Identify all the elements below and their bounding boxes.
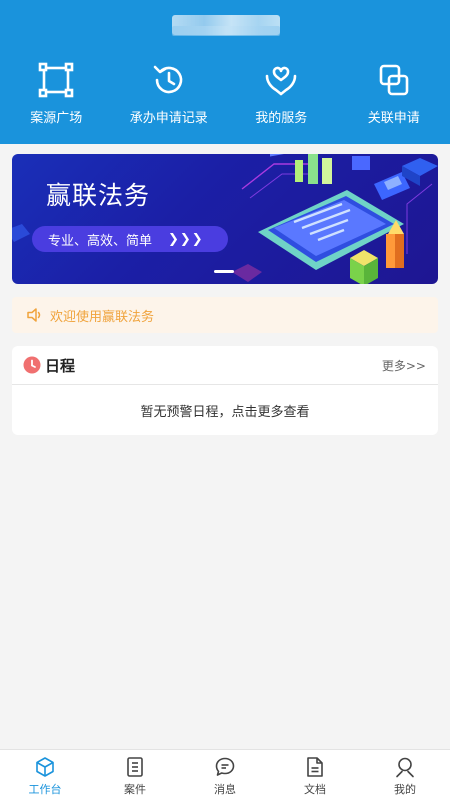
quick-action-case-square[interactable]: 案源广场 <box>0 62 113 132</box>
tab-documents[interactable]: 文档 <box>270 750 360 801</box>
tab-label: 我的 <box>394 781 416 797</box>
schedule-title: 日程 <box>45 355 75 376</box>
quick-action-label: 我的服务 <box>255 107 307 126</box>
tab-messages[interactable]: 消息 <box>180 750 270 801</box>
tab-profile[interactable]: 我的 <box>360 750 450 801</box>
bottom-tab-bar: 工作台 案件 消息 文档 我的 <box>0 749 450 801</box>
banner-title: 赢联法务 <box>46 176 150 212</box>
crop-frame-icon <box>38 62 74 98</box>
blurred-title-underlay <box>172 26 280 36</box>
banner-slogan: 专业、高效、简单 <box>48 230 152 249</box>
quick-action-undertake-records[interactable]: 承办申请记录 <box>113 62 226 132</box>
carousel-indicator[interactable] <box>214 270 234 273</box>
quick-action-label: 案源广场 <box>30 107 82 126</box>
schedule-card: 日程 更多>> 暂无预警日程，点击更多查看 <box>12 346 438 435</box>
quick-action-my-services[interactable]: 我的服务 <box>225 62 338 132</box>
quick-action-label: 关联申请 <box>368 107 420 126</box>
quick-action-label: 承办申请记录 <box>130 107 208 126</box>
clock-icon <box>23 356 41 374</box>
user-icon <box>394 756 416 778</box>
heart-hands-icon <box>263 62 299 98</box>
tab-label: 工作台 <box>29 781 62 797</box>
schedule-empty-text[interactable]: 暂无预警日程，点击更多查看 <box>12 401 438 420</box>
history-clock-icon <box>151 62 187 98</box>
quick-actions: 案源广场 承办申请记录 我的服务 关联申请 <box>0 62 450 132</box>
schedule-more-link[interactable]: 更多>> <box>382 357 426 374</box>
document-list-icon <box>124 756 146 778</box>
chevrons-right-icon: ❯❯❯ <box>168 232 204 247</box>
file-icon <box>304 756 326 778</box>
promo-banner[interactable]: 赢联法务 专业、高效、简单 ❯❯❯ <box>12 154 438 284</box>
schedule-header: 日程 更多>> <box>12 346 438 385</box>
chat-bubble-icon <box>214 756 236 778</box>
banner-illustration <box>12 154 438 284</box>
banner-slogan-pill: 专业、高效、简单 ❯❯❯ <box>32 226 228 252</box>
tab-label: 文档 <box>304 781 326 797</box>
copy-link-icon <box>376 62 412 98</box>
header: 案源广场 承办申请记录 我的服务 关联申请 <box>0 0 450 144</box>
tab-label: 消息 <box>214 781 236 797</box>
tab-label: 案件 <box>124 781 146 797</box>
speaker-icon <box>26 306 44 324</box>
notice-bar[interactable]: 欢迎使用赢联法务 <box>12 297 438 333</box>
tab-workbench[interactable]: 工作台 <box>0 750 90 801</box>
quick-action-related-apply[interactable]: 关联申请 <box>338 62 450 132</box>
cube-icon <box>34 756 56 778</box>
tab-cases[interactable]: 案件 <box>90 750 180 801</box>
notice-text: 欢迎使用赢联法务 <box>50 306 154 325</box>
